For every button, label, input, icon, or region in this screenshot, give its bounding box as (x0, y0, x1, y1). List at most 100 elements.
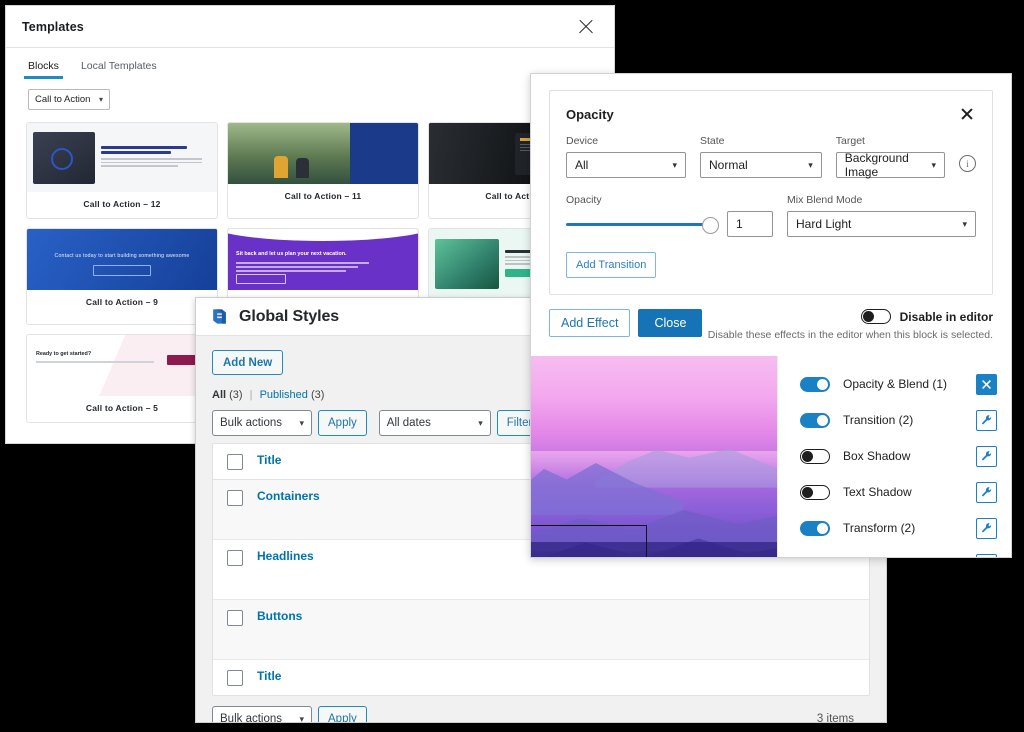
filter-separator: | (250, 389, 253, 401)
add-transition-button[interactable]: Add Transition (566, 252, 656, 278)
effect-label: Box Shadow (843, 449, 910, 463)
close-icon[interactable] (976, 374, 997, 395)
opacity-panel-inner: Opacity Device All ▾ State Norma (531, 74, 1011, 295)
template-card[interactable]: Call to Action – 11 (227, 122, 419, 219)
chevron-down-icon: ▾ (662, 160, 677, 171)
row-checkbox[interactable] (227, 610, 243, 626)
wrench-icon[interactable] (976, 410, 997, 431)
row-title[interactable]: Containers (257, 489, 320, 503)
template-thumbnail: Ready to get started? (27, 335, 217, 396)
disable-in-editor-toggle[interactable] (861, 309, 891, 324)
filter-all-count: (3) (229, 389, 242, 401)
category-select[interactable]: Call to Action ▾ (28, 89, 110, 110)
global-styles-brand: Global Styles (239, 308, 339, 326)
effect-label: Filter (1) (843, 557, 888, 558)
effects-list: Opacity & Blend (1) Transition (2) Box S… (777, 356, 1011, 558)
templates-tabs: Blocks Local Templates (6, 48, 614, 79)
preview-selection-outline (531, 525, 647, 558)
effect-label: Transform (2) (843, 521, 915, 535)
mix-blend-field: Mix Blend Mode Hard Light ▾ (787, 194, 976, 237)
row-checkbox[interactable] (227, 550, 243, 566)
mix-blend-label: Mix Blend Mode (787, 194, 976, 206)
filter-published-label[interactable]: Published (260, 389, 308, 401)
opacity-panel-title: Opacity (566, 107, 614, 122)
effect-toggle[interactable] (800, 449, 830, 464)
mix-blend-select[interactable]: Hard Light ▾ (787, 211, 976, 237)
wrench-icon[interactable] (976, 554, 997, 559)
template-card-label: Call to Action – 12 (27, 192, 217, 218)
screen-root: Templates Blocks Local Templates Call to… (0, 0, 1024, 732)
tab-blocks[interactable]: Blocks (28, 60, 59, 79)
row-title[interactable]: Buttons (257, 609, 302, 623)
select-all-checkbox[interactable] (227, 454, 243, 470)
target-select[interactable]: Background Image ▾ (836, 152, 945, 178)
table-footer-row: Title (213, 660, 869, 695)
template-card[interactable]: Contact us today to start building somet… (26, 228, 218, 325)
bulk-actions-select-bottom[interactable]: Bulk actions ▾ (212, 706, 312, 723)
chevron-down-icon: ▾ (466, 418, 483, 429)
mix-blend-value: Hard Light (796, 217, 851, 231)
opacity-slider-field: Opacity 1 (566, 194, 773, 237)
template-thumbnail (228, 123, 418, 184)
effect-row-text-shadow: Text Shadow (778, 474, 1011, 510)
filter-all-label[interactable]: All (212, 389, 226, 401)
opacity-panel-buttons: Add Effect Close Disable in editor Disab… (531, 295, 1011, 341)
effect-toggle[interactable] (800, 377, 830, 392)
template-card-label: Call to Action – 11 (228, 184, 418, 210)
opacity-controls-row: Opacity 1 Mix Blend Mode Hard Light (566, 194, 976, 237)
bulk-actions-select-top[interactable]: Bulk actions ▾ (212, 410, 312, 436)
target-value: Background Image (845, 151, 922, 179)
state-value: Normal (709, 158, 748, 172)
bulk-actions-value-bottom: Bulk actions (220, 713, 282, 723)
bottom-action-bar: Bulk actions ▾ Apply 3 items (212, 696, 870, 723)
add-new-button[interactable]: Add New (212, 350, 283, 375)
template-card[interactable]: Call to Action – 12 (26, 122, 218, 219)
wrench-icon[interactable] (976, 446, 997, 467)
column-header-title[interactable]: Title (257, 453, 281, 467)
chevron-down-icon: ▾ (952, 219, 967, 230)
opacity-field-row: Device All ▾ State Normal ▾ (566, 135, 976, 178)
close-icon[interactable] (574, 15, 598, 39)
date-filter-value: All dates (387, 417, 431, 429)
effect-toggle[interactable] (800, 485, 830, 500)
opacity-value-input[interactable]: 1 (727, 211, 773, 237)
close-button[interactable]: Close (638, 309, 702, 337)
disable-in-editor-note: Disable these effects in the editor when… (708, 329, 993, 341)
row-title[interactable]: Headlines (257, 549, 314, 563)
device-select[interactable]: All ▾ (566, 152, 686, 178)
select-all-checkbox-bottom[interactable] (227, 670, 243, 686)
chevron-down-icon: ▾ (99, 95, 103, 104)
device-label: Device (566, 135, 686, 147)
target-field: Target Background Image ▾ (836, 135, 945, 178)
effect-row-box-shadow: Box Shadow (778, 438, 1011, 474)
close-icon[interactable] (958, 105, 976, 123)
effect-row-filter: Filter (1) (778, 546, 1011, 558)
tab-local-templates[interactable]: Local Templates (81, 60, 157, 79)
apply-button-top[interactable]: Apply (318, 410, 367, 436)
wrench-icon[interactable] (976, 518, 997, 539)
template-card[interactable]: Ready to get started? Call to Action – 5 (26, 334, 218, 423)
state-select[interactable]: Normal ▾ (700, 152, 822, 178)
state-field: State Normal ▾ (700, 135, 822, 178)
slider-knob[interactable] (702, 217, 719, 234)
effect-toggle[interactable] (800, 557, 830, 559)
opacity-slider-wrap: 1 (566, 211, 773, 237)
chevron-down-icon: ▾ (798, 160, 813, 171)
state-label: State (700, 135, 822, 147)
add-effect-button[interactable]: Add Effect (549, 309, 630, 337)
effect-toggle[interactable] (800, 521, 830, 536)
disable-in-editor-label: Disable in editor (900, 310, 993, 324)
effect-label: Opacity & Blend (1) (843, 377, 947, 391)
item-count-label: 3 items (817, 713, 854, 723)
wrench-icon[interactable] (976, 482, 997, 503)
column-footer-title[interactable]: Title (257, 669, 281, 683)
table-row[interactable]: Buttons (213, 600, 869, 660)
effect-row-transition: Transition (2) (778, 402, 1011, 438)
date-filter-select[interactable]: All dates ▾ (379, 410, 491, 436)
apply-button-bottom[interactable]: Apply (318, 706, 367, 723)
info-icon[interactable]: i (959, 155, 976, 172)
opacity-slider[interactable] (566, 214, 718, 234)
row-checkbox[interactable] (227, 490, 243, 506)
effect-toggle[interactable] (800, 413, 830, 428)
bulk-actions-value: Bulk actions (220, 417, 282, 429)
